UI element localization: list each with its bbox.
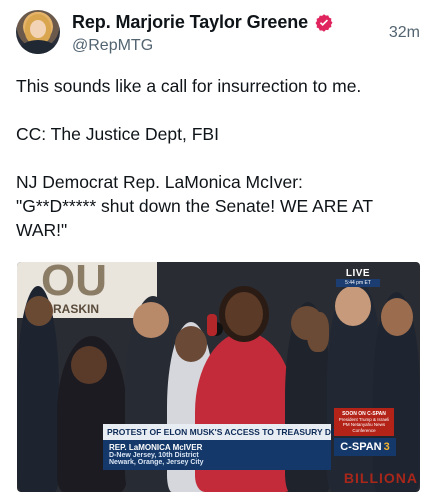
author-handle[interactable]: @RepMTG (72, 37, 153, 55)
network-logo: C-SPAN 3 (334, 438, 396, 456)
banner-text: RASKIN (53, 302, 100, 316)
network-name: C-SPAN (340, 441, 382, 453)
lower-third-line-2: Newark, Orange, Jersey City (109, 459, 204, 466)
tweet-line-2: CC: The Justice Dept, FBI (16, 124, 219, 144)
avatar[interactable] (16, 10, 60, 54)
tweet-line-1: This sounds like a call for insurrection… (16, 76, 362, 96)
soon-title: SOON ON C-SPAN (342, 410, 386, 417)
lower-third-name: REP. LaMONICA McIVER (109, 443, 203, 452)
tweet-video[interactable]: OU RASKIN LIVE 5:44 pm ET PROTEST OF ELO… (17, 262, 420, 492)
network-number: 3 (383, 441, 390, 453)
soon-on-box: SOON ON C-SPAN President Trump & Israeli… (334, 407, 394, 436)
background-sign: BILLIONA (343, 470, 418, 486)
lower-third-title: PROTEST OF ELON MUSK'S ACCESS TO TREASUR… (103, 424, 349, 440)
tweet-header: Rep. Marjorie Taylor Greene @RepMTG 32m (16, 10, 420, 58)
author-name[interactable]: Rep. Marjorie Taylor Greene (72, 12, 308, 33)
live-indicator: LIVE 5:44 pm ET (336, 268, 380, 287)
timestamp[interactable]: 32m (389, 24, 420, 42)
lower-third: PROTEST OF ELON MUSK'S ACCESS TO TREASUR… (103, 424, 349, 470)
lower-third-line-1: D-New Jersey, 10th District (109, 452, 199, 459)
verified-badge-icon (315, 13, 333, 32)
author-name-row[interactable]: Rep. Marjorie Taylor Greene (72, 12, 334, 33)
video-frame: OU RASKIN LIVE 5:44 pm ET PROTEST OF ELO… (17, 262, 420, 492)
tweet-line-3: NJ Democrat Rep. LaMonica McIver: (16, 172, 303, 192)
live-time: 5:44 pm ET (336, 279, 380, 287)
soon-text: President Trump & Israeli PM Netanyahu N… (338, 416, 390, 433)
live-label: LIVE (345, 268, 371, 279)
tweet-line-4: "G**D***** shut down the Senate! WE ARE … (16, 196, 373, 240)
tweet-text: This sounds like a call for insurrection… (16, 74, 420, 242)
